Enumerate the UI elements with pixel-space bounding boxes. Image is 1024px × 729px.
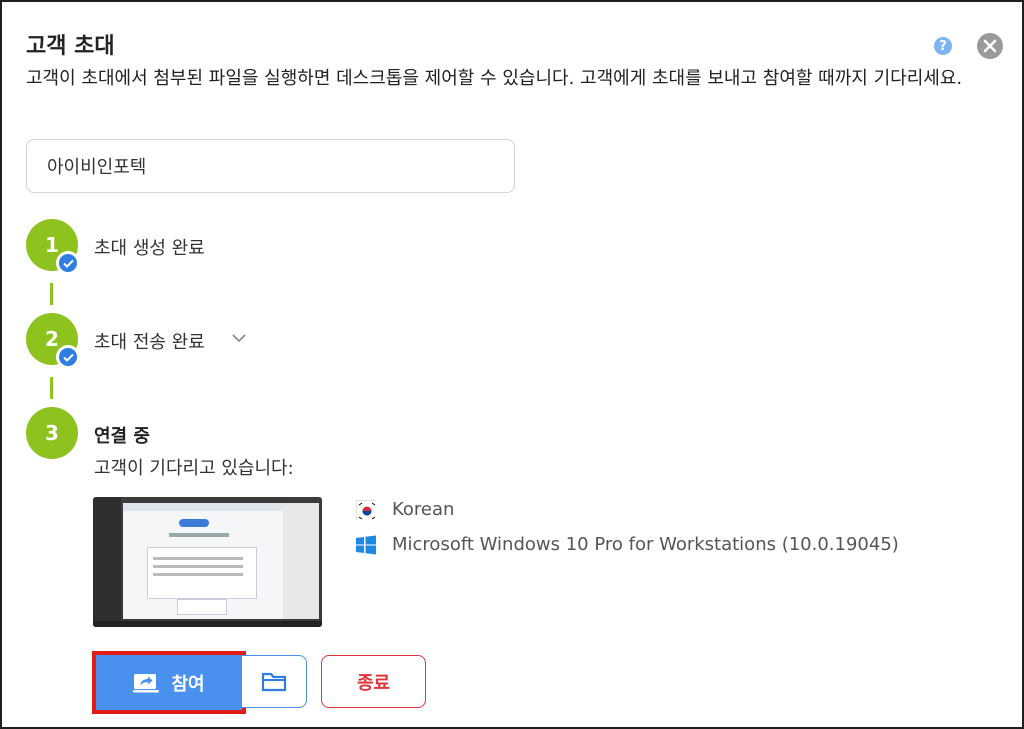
folder-button[interactable] — [242, 655, 307, 708]
windows-icon — [356, 535, 376, 554]
end-button[interactable]: 종료 — [321, 655, 426, 708]
customer-name-input[interactable] — [26, 139, 515, 193]
step-3-label: 연결 중 — [94, 426, 150, 447]
step-3-circle: 3 — [26, 407, 78, 459]
step-1-number: 1 — [45, 233, 59, 257]
korea-flag-icon — [356, 499, 377, 521]
client-language-text: Korean — [392, 499, 455, 520]
waiting-text: 고객이 기다리고 있습니다: — [94, 458, 294, 479]
step-2-number: 2 — [45, 327, 59, 351]
step-3-number: 3 — [45, 421, 59, 445]
step-1-check-icon — [56, 251, 80, 275]
join-button[interactable]: 참여 — [92, 651, 246, 714]
desktop-thumbnail — [93, 497, 322, 627]
step-1-label: 초대 생성 완료 — [94, 238, 205, 259]
join-button-label: 참여 — [171, 673, 205, 695]
step-connector — [50, 377, 53, 399]
step-2-label[interactable]: 초대 전송 완료 — [94, 328, 205, 354]
invite-dialog: 고객 초대 ? 고객이 초대에서 첨부된 파일을 실행하면 데스크톱을 제어할 … — [0, 0, 1024, 729]
client-language: Korean — [356, 499, 455, 521]
client-os-text: Microsoft Windows 10 Pro for Workstation… — [392, 534, 899, 555]
dialog-title: 고객 초대 — [26, 34, 115, 59]
step-connector — [50, 283, 53, 305]
step-2-check-icon — [56, 345, 80, 369]
share-screen-icon — [133, 673, 160, 692]
question-icon[interactable]: ? — [934, 37, 952, 55]
dialog-description: 고객이 초대에서 첨부된 파일을 실행하면 데스크톱을 제어할 수 있습니다. … — [26, 68, 963, 89]
folder-icon — [261, 672, 287, 691]
close-icon[interactable] — [977, 33, 1003, 59]
chevron-down-icon[interactable] — [231, 332, 247, 344]
client-os: Microsoft Windows 10 Pro for Workstation… — [356, 534, 899, 555]
